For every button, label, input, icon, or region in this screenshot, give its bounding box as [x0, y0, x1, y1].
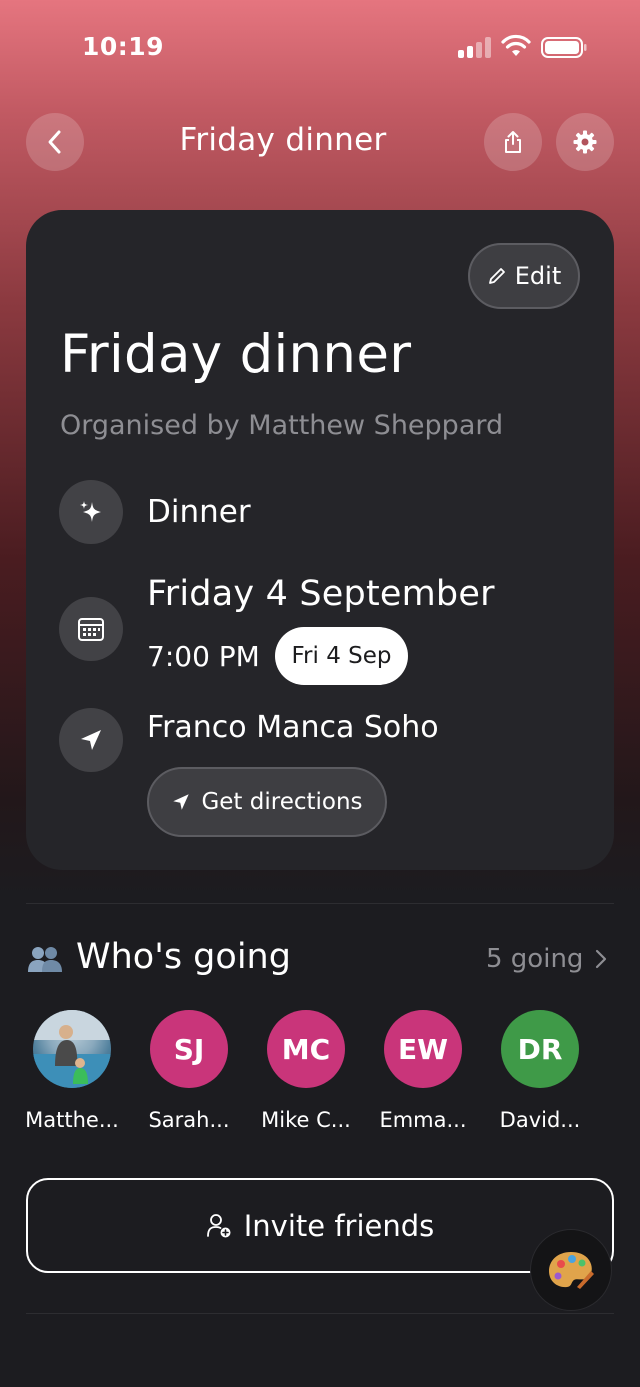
- event-card: Edit Friday dinner Organised by Matthew …: [26, 210, 614, 870]
- event-date: Friday 4 September: [147, 574, 495, 614]
- whos-going-title: Who's going: [76, 937, 291, 977]
- attendee-name: Sarah...: [148, 1108, 230, 1132]
- battery-icon: [541, 37, 587, 58]
- attendee-item[interactable]: DR David...: [480, 1010, 600, 1132]
- event-type: Dinner: [147, 494, 251, 530]
- status-bar: 10:19: [0, 0, 640, 96]
- attendee-name: Matthe...: [25, 1108, 119, 1132]
- date-icon-wrap: [59, 597, 123, 661]
- calendar-icon: [78, 618, 104, 641]
- invite-friends-label: Invite friends: [243, 1208, 435, 1243]
- date-badge: Fri 4 Sep: [275, 627, 408, 685]
- avatar: [33, 1010, 111, 1088]
- divider: [26, 1313, 614, 1314]
- people-icon: [28, 947, 62, 972]
- attendee-item[interactable]: SJ Sarah...: [129, 1010, 249, 1132]
- sparkles-icon: [80, 501, 101, 522]
- event-title: Friday dinner: [60, 324, 412, 385]
- settings-button[interactable]: [556, 113, 614, 171]
- attendee-item[interactable]: EW Emma...: [363, 1010, 483, 1132]
- attendee-item[interactable]: MC Mike C...: [246, 1010, 366, 1132]
- event-time: 7:00 PM: [147, 640, 260, 673]
- gear-icon: [573, 130, 597, 154]
- event-location: Franco Manca Soho: [147, 710, 439, 745]
- attendee-name: David...: [499, 1108, 581, 1132]
- avatar: MC: [267, 1010, 345, 1088]
- avatar: EW: [384, 1010, 462, 1088]
- get-directions-label: Get directions: [201, 789, 363, 815]
- attendee-name: Mike C...: [261, 1108, 351, 1132]
- going-count: 5 going: [486, 944, 584, 974]
- navigation-arrow-icon: [173, 794, 190, 810]
- chevron-right-icon: [596, 949, 607, 969]
- palette-icon: [549, 1252, 594, 1289]
- avatar: SJ: [150, 1010, 228, 1088]
- navigation-arrow-icon: [81, 730, 101, 750]
- attendee-item[interactable]: Matthe...: [12, 1010, 132, 1132]
- organiser-text: Organised by Matthew Sheppard: [60, 410, 504, 441]
- attendee-name: Emma...: [379, 1108, 467, 1132]
- share-button[interactable]: [484, 113, 542, 171]
- add-user-icon: [206, 1213, 231, 1237]
- get-directions-button[interactable]: Get directions: [147, 767, 387, 837]
- pencil-icon: [488, 268, 505, 284]
- avatar: DR: [501, 1010, 579, 1088]
- edit-button[interactable]: Edit: [468, 243, 580, 309]
- edit-label: Edit: [514, 262, 562, 290]
- signal-icon: [458, 36, 492, 58]
- invite-friends-button[interactable]: Invite friends: [26, 1178, 614, 1273]
- share-icon: [505, 131, 521, 153]
- event-type-icon-wrap: [59, 480, 123, 544]
- divider: [26, 903, 614, 904]
- wifi-icon: [501, 34, 531, 56]
- theme-palette-button[interactable]: [530, 1229, 612, 1311]
- profile-photo: [33, 1010, 111, 1088]
- going-count-link[interactable]: 5 going: [486, 944, 607, 974]
- location-icon-wrap: [59, 708, 123, 772]
- status-time: 10:19: [82, 32, 165, 61]
- page-title: Friday dinner: [179, 122, 387, 158]
